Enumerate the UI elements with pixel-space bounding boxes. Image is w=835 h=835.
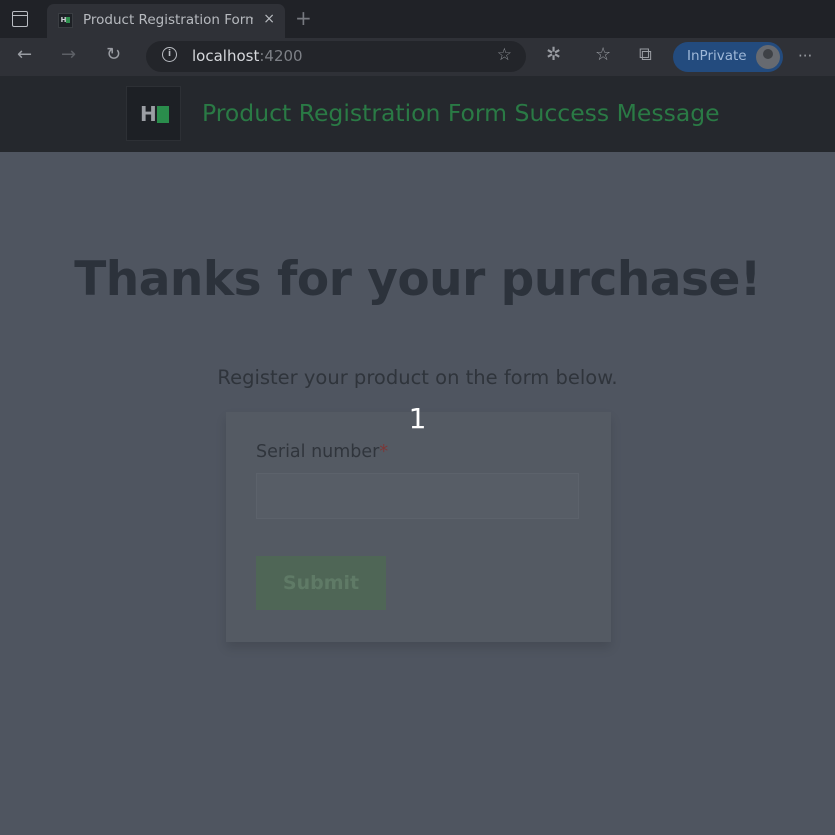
site-info-icon[interactable]: i: [162, 47, 177, 62]
forward-icon[interactable]: →: [61, 44, 76, 65]
refresh-icon[interactable]: ↻: [106, 44, 121, 65]
app-header: H Product Registration Form Success Mess…: [0, 76, 835, 152]
inprivate-badge[interactable]: InPrivate: [673, 42, 783, 72]
more-options-icon[interactable]: ···: [798, 47, 812, 65]
address-host: localhost: [192, 47, 260, 65]
address-url[interactable]: localhost:4200: [192, 47, 303, 65]
add-favorite-icon[interactable]: ☆: [497, 45, 512, 65]
logo-letter: H: [140, 102, 157, 126]
inprivate-label: InPrivate: [687, 48, 747, 64]
step-number: 1: [408, 402, 427, 435]
submit-button[interactable]: Submit: [256, 556, 386, 610]
page-subtitle: Register your product on the form below.: [217, 366, 618, 389]
tab-actions-icon[interactable]: [12, 11, 28, 27]
favorites-icon[interactable]: ☆: [595, 44, 611, 65]
profile-avatar-icon: [756, 45, 780, 69]
browser-tab-bar: H Product Registration Form Success Mess…: [0, 0, 835, 38]
browser-toolbar: ← → ↻ i localhost:4200 ☆ ✲ ☆ ⧉ InPrivate…: [0, 38, 835, 76]
address-bar[interactable]: i localhost:4200 ☆: [146, 41, 526, 72]
page-title: Thanks for your purchase!: [74, 252, 761, 307]
serial-number-label: Serial number*: [256, 442, 388, 462]
app-title: Product Registration Form Success Messag…: [202, 99, 720, 127]
address-port: :4200: [259, 47, 303, 65]
tab-favicon-icon: H: [58, 13, 73, 28]
logo: H: [126, 86, 181, 141]
serial-number-label-text: Serial number: [256, 442, 380, 462]
back-icon[interactable]: ←: [17, 44, 32, 65]
extensions-icon[interactable]: ✲: [546, 44, 561, 65]
required-mark: *: [379, 442, 389, 462]
serial-number-input[interactable]: [256, 473, 579, 519]
tab-title: Product Registration Form Success Messag…: [83, 12, 253, 28]
tab-close-icon[interactable]: ×: [263, 11, 275, 27]
new-tab-icon[interactable]: +: [295, 6, 312, 30]
collections-icon[interactable]: ⧉: [639, 44, 652, 65]
logo-bar-icon: [157, 106, 169, 123]
registration-form-card: Serial number* Submit: [226, 412, 611, 642]
browser-tab[interactable]: H Product Registration Form Success Mess…: [47, 4, 285, 38]
